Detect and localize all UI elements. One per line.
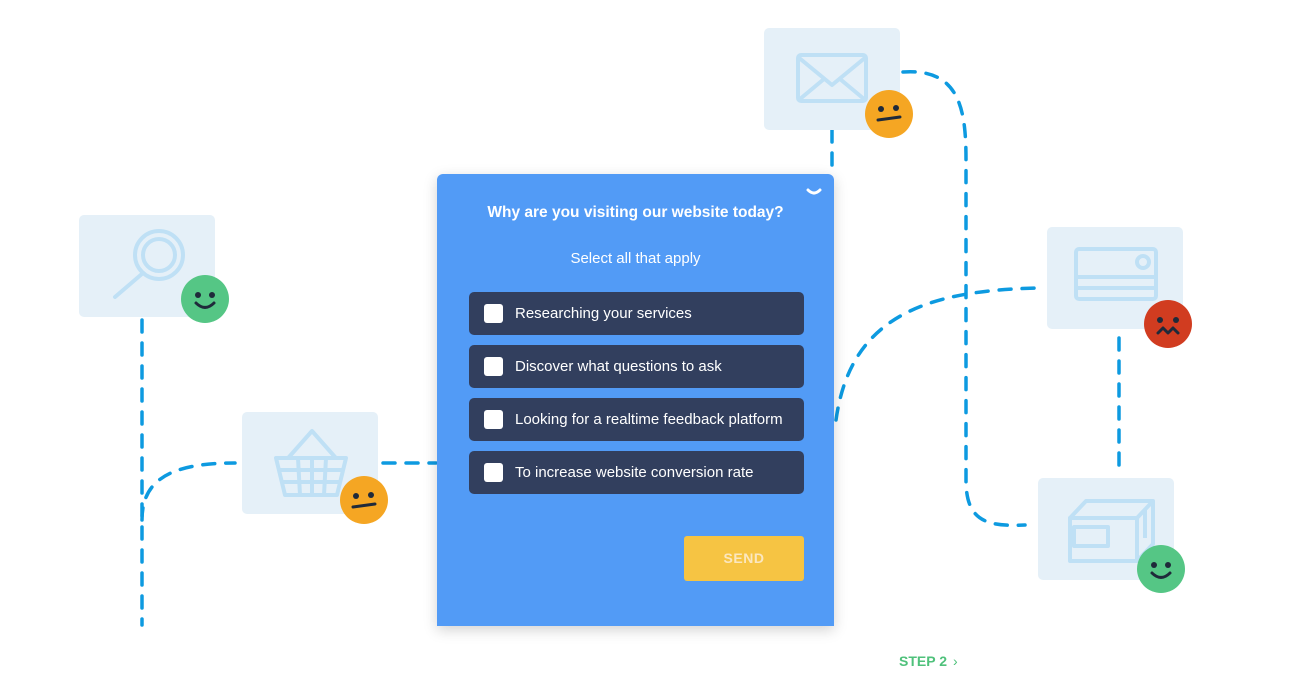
chevron-right-icon: › bbox=[953, 653, 958, 669]
option-label: Looking for a realtime feedback platform bbox=[515, 411, 783, 428]
option-label: Discover what questions to ask bbox=[515, 358, 722, 375]
connector-widget-card bbox=[834, 286, 1042, 422]
checkbox[interactable] bbox=[484, 410, 503, 429]
sad-face-icon bbox=[1144, 300, 1192, 348]
checkbox[interactable] bbox=[484, 463, 503, 482]
option-label: To increase website conversion rate bbox=[515, 464, 754, 481]
option-discover-questions[interactable]: Discover what questions to ask bbox=[469, 345, 804, 388]
step-2-link[interactable]: STEP 2 › bbox=[899, 653, 958, 669]
checkbox[interactable] bbox=[484, 304, 503, 323]
neutral-face-icon bbox=[865, 90, 913, 138]
step-label: STEP 2 bbox=[899, 653, 947, 669]
option-label: Researching your services bbox=[515, 305, 692, 322]
checkbox[interactable] bbox=[484, 357, 503, 376]
survey-widget: Why are you visiting our website today? … bbox=[437, 174, 834, 626]
chevron-down-icon bbox=[806, 188, 822, 195]
survey-title: Why are you visiting our website today? bbox=[487, 204, 784, 221]
happy-face-icon bbox=[1137, 545, 1185, 593]
connector-basket-curve bbox=[140, 461, 237, 522]
neutral-face-icon bbox=[340, 476, 388, 524]
survey-subtitle: Select all that apply bbox=[570, 250, 701, 267]
happy-face-icon bbox=[181, 275, 229, 323]
send-button[interactable]: SEND bbox=[684, 536, 804, 581]
collapse-button[interactable] bbox=[806, 186, 822, 198]
option-researching-services[interactable]: Researching your services bbox=[469, 292, 804, 335]
option-conversion-rate[interactable]: To increase website conversion rate bbox=[469, 451, 804, 494]
option-feedback-platform[interactable]: Looking for a realtime feedback platform bbox=[469, 398, 804, 441]
connector-envelope-loop bbox=[901, 70, 1027, 528]
